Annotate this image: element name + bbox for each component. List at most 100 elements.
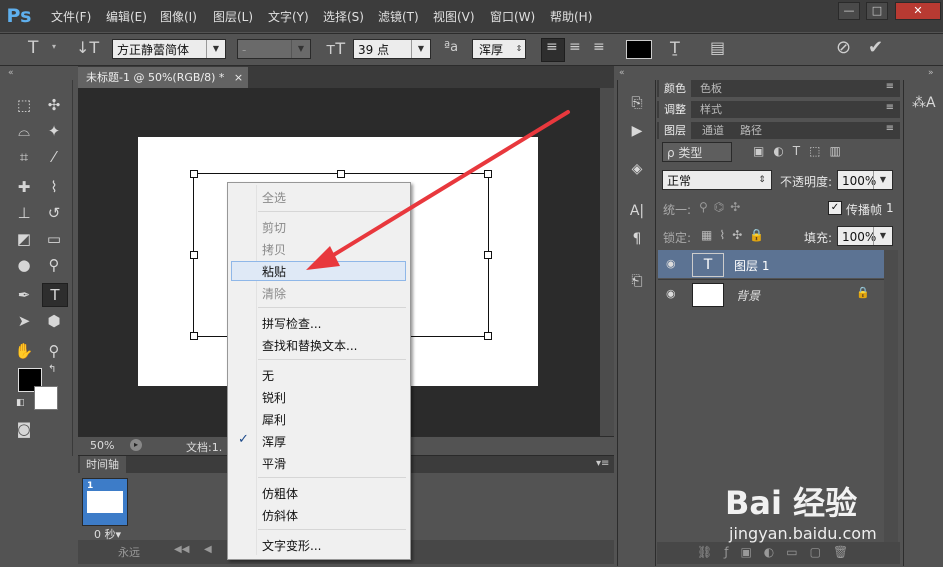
align-center-icon[interactable]: ≡ [569,39,581,55]
layer-name[interactable]: 图层 1 [734,257,769,274]
lock-icons[interactable]: ▦⌇✣🔒 [701,228,771,242]
menu-item-aa-none[interactable]: 无 [262,367,274,384]
prev-frame-icon[interactable]: ◀ [204,544,212,555]
loop-select[interactable]: 永远 [118,544,140,560]
menu-item-aa-smooth[interactable]: 平滑 [262,455,286,472]
tab-adjustments[interactable]: 调整 [659,101,691,118]
first-frame-icon[interactable]: ◀◀ [174,544,189,555]
layer-filter-select[interactable]: ρ 类型 [662,142,732,162]
text-orientation-icon[interactable]: ↓T [76,38,99,57]
menu-item-warp-text[interactable]: 文字变形... [262,537,321,554]
menu-item-paste[interactable]: 粘贴 [262,263,286,280]
unify-icons[interactable]: ⚲⌬✣ [699,200,746,214]
resize-handle[interactable] [484,332,492,340]
opacity-input[interactable]: 100% ▼ [837,170,893,190]
eraser-tool-icon[interactable]: ◩ [12,228,36,250]
vertical-scrollbar[interactable] [600,88,614,436]
menu-select[interactable]: 选择(S) [323,8,364,25]
layer-filter-icons[interactable]: ▣◐T⬚▥ [753,144,850,158]
menu-item-spell-check[interactable]: 拼写检查... [262,315,321,332]
blend-mode-select[interactable]: 正常 ⇕ [662,170,772,190]
expand-icon[interactable]: « [619,68,625,78]
menu-window[interactable]: 窗口(W) [490,8,535,25]
eye-icon[interactable]: ◉ [666,257,676,270]
restore-button[interactable]: □ [866,2,888,20]
dodge-tool-icon[interactable]: ⚲ [42,254,66,276]
tab-channels[interactable]: 通道 [697,122,729,139]
menu-type[interactable]: 文字(Y) [268,8,309,25]
clone-stamp-icon[interactable]: ⊥ [12,202,36,224]
align-right-icon[interactable]: ≡ [593,39,605,55]
menu-item-aa-strong[interactable]: 浑厚 [262,433,286,450]
pen-tool-icon[interactable]: ✒ [12,284,36,306]
path-selection-icon[interactable]: ➤ [12,310,36,332]
resize-handle[interactable] [190,332,198,340]
menu-item-aa-sharp[interactable]: 锐利 [262,389,286,406]
menu-edit[interactable]: 编辑(E) [106,8,147,25]
menu-item-find-replace[interactable]: 查找和替换文本... [262,337,357,354]
cancel-icon[interactable]: ⊘ [836,37,851,58]
type-tool-icon[interactable]: T [42,283,68,307]
menu-item-faux-italic[interactable]: 仿斜体 [262,507,298,524]
layer-row[interactable]: ◉ 背景 🔒 [658,279,884,309]
collapse-icon[interactable]: « [8,68,14,78]
menu-item-select-all[interactable]: 全选 [262,189,286,206]
layer-row[interactable]: ◉ T 图层 1 [658,250,884,278]
tab-layers[interactable]: 图层 [659,122,691,139]
panel-menu-icon[interactable]: ≡ [886,81,894,92]
panel-menu-icon[interactable]: ≡ [886,123,894,134]
text-color-swatch[interactable] [626,40,652,59]
menu-item-copy[interactable]: 拷贝 [262,241,286,258]
blur-tool-icon[interactable]: ● [12,254,36,276]
layer-name[interactable]: 背景 [736,287,760,304]
zoom-tool-icon[interactable]: ⚲ [42,340,66,362]
warp-text-icon[interactable]: Ṯ [670,38,680,57]
paragraph-panel-icon[interactable]: ¶ [626,228,648,250]
eyedropper-icon[interactable]: ⁄ [42,146,66,168]
default-colors-icon[interactable]: ◧ [16,398,25,408]
magic-wand-icon[interactable]: ✦ [42,120,66,142]
minimize-button[interactable]: — [838,2,860,20]
history-brush-icon[interactable]: ↺ [42,202,66,224]
font-style-select[interactable]: - ▼ [237,39,311,59]
panel-menu-icon[interactable]: ▾≡ [596,458,609,469]
propagate-checkbox[interactable]: ✓ [828,201,842,215]
background-color-swatch[interactable] [34,386,58,410]
font-family-select[interactable]: 方正静蕾简体 ▼ [112,39,226,59]
swap-colors-icon[interactable]: ↰ [48,364,56,375]
crop-tool-icon[interactable]: ⌗ [12,146,36,168]
tab-paths[interactable]: 路径 [735,122,767,139]
healing-brush-icon[interactable]: ✚ [12,176,36,198]
character-styles-icon[interactable]: ⁂A [912,92,936,114]
document-tab[interactable]: 未标题-1 @ 50%(RGB/8) * × [78,67,248,88]
lasso-tool-icon[interactable]: ⌓ [12,120,36,142]
menu-filter[interactable]: 滤镜(T) [378,8,419,25]
type-tool-preset-icon[interactable]: T [28,38,38,58]
gradient-tool-icon[interactable]: ▭ [42,228,66,250]
tab-styles[interactable]: 样式 [695,101,727,118]
collapse-right-icon[interactable]: » [928,68,934,78]
character-panel-icon[interactable]: A| [626,200,648,222]
character-panel-icon[interactable]: ▤ [710,38,725,57]
shape-tool-icon[interactable]: ⬢ [42,310,66,332]
tab-swatches[interactable]: 色板 [695,80,727,97]
font-size-select[interactable]: 39 点 ▼ [353,39,431,59]
3d-panel-icon[interactable]: ◈ [626,158,648,180]
menu-layer[interactable]: 图层(L) [213,8,253,25]
zoom-level[interactable]: 50% [90,439,114,452]
tab-close-icon[interactable]: × [234,71,243,84]
hand-tool-icon[interactable]: ✋ [12,340,36,362]
antialias-select[interactable]: 浑厚 ⇕ [472,39,526,59]
commit-check-icon[interactable]: ✔ [868,37,883,58]
menu-view[interactable]: 视图(V) [433,8,475,25]
menu-item-faux-bold[interactable]: 仿粗体 [262,485,298,502]
marquee-tool-icon[interactable]: ⬚ [12,94,36,116]
brush-tool-icon[interactable]: ⌇ [42,176,66,198]
panel-menu-icon[interactable]: ≡ [886,102,894,113]
menu-item-aa-crisp[interactable]: 犀利 [262,411,286,428]
chevron-down-icon[interactable]: ▾ [52,42,56,51]
tool-presets-icon[interactable]: ⎗ [626,270,648,292]
status-menu-icon[interactable]: ▸ [130,439,142,451]
resize-handle[interactable] [190,251,198,259]
menu-image[interactable]: 图像(I) [160,8,197,25]
